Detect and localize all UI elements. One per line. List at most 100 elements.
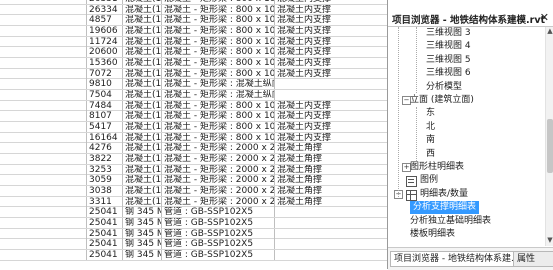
table-row[interactable]: 26334混凝土(1)混凝土 - 矩形梁 : 800 x 1000mm混凝土内支… (0, 4, 387, 16)
table-cell-c0[interactable] (0, 218, 87, 229)
table-row[interactable]: 25041钢 345 MPa管道 : GB-SSP102X5 (0, 218, 387, 229)
table-cell-c0[interactable] (0, 90, 87, 101)
table-cell-c2[interactable]: 混凝土(1) (124, 164, 162, 175)
table-cell-c0[interactable] (0, 79, 87, 90)
table-cell-c0[interactable] (0, 154, 87, 165)
table-cell-c0[interactable] (0, 68, 87, 79)
table-cell-c1[interactable]: 9810 (87, 79, 123, 90)
table-cell-c4[interactable]: 混凝土内支撑 (276, 101, 387, 111)
table-cell-c2[interactable]: 混凝土(1) (124, 122, 162, 133)
table-cell-c3[interactable]: 管道 : GB-SSP102X5 (163, 228, 275, 239)
table-cell-c0[interactable] (0, 164, 87, 175)
table-row[interactable]: 4857混凝土(1)混凝土 - 矩形梁 : 800 x 1000mm混凝土内支撑 (0, 15, 387, 26)
table-cell-c1[interactable]: 26334 (87, 4, 123, 15)
table-cell-c2[interactable]: 混凝土(1) (124, 0, 162, 4)
table-row[interactable]: 7072混凝土(1)混凝土 - 矩形梁 : 800 x 1000mm混凝土内支撑 (0, 68, 387, 80)
table-cell-c3[interactable]: 混凝土 - 矩形梁 : 800 x 1000mm (163, 58, 275, 69)
table-cell-c3[interactable]: 管道 : GB-SSP102X5 (163, 250, 275, 261)
tab-project-browser[interactable]: 项目浏览器 - 地铁结构体系建... (390, 251, 516, 267)
table-cell-c4[interactable]: 混凝土角撑 (276, 154, 387, 164)
table-cell-c0[interactable] (0, 15, 87, 26)
table-cell-c2[interactable]: 混凝土(1) (124, 58, 162, 69)
table-cell-c2[interactable]: 钢 345 MPa (124, 207, 162, 218)
table-cell-c2[interactable]: 钢 345 MPa (124, 239, 162, 250)
table-cell-c4[interactable]: 混凝土内支撑 (276, 111, 387, 121)
table-cell-c3[interactable]: 混凝土 - 矩形梁 : 800 x 1000mm (163, 100, 275, 111)
table-cell-c0[interactable] (0, 196, 87, 207)
table-cell-c4[interactable]: 混凝土内支撑 (276, 69, 387, 79)
table-cell-c0[interactable] (0, 250, 87, 261)
table-cell-c1[interactable]: 5417 (87, 122, 123, 133)
table-cell-c3[interactable]: 混凝土 - 矩形梁 : 2000 x 2000mm (163, 186, 275, 197)
table-cell-c0[interactable] (0, 4, 87, 15)
table-cell-c4[interactable]: 混凝土内支撑 (276, 58, 387, 68)
table-row[interactable]: 3822混凝土(1)混凝土 - 矩形梁 : 2000 x 2000mm混凝土角撑 (0, 154, 387, 165)
table-cell-c0[interactable] (0, 58, 87, 69)
table-cell-c3[interactable]: 混凝土 - 矩形梁 : 混凝土纵向联系梁600*1000 (163, 79, 275, 90)
table-cell-c2[interactable]: 混凝土(1) (124, 4, 162, 15)
table-cell-c3[interactable]: 混凝土 - 矩形梁 : 800 x 1000mm (163, 47, 275, 58)
table-cell-c0[interactable] (0, 186, 87, 197)
table-cell-c1[interactable]: 3059 (87, 175, 123, 186)
table-cell-c2[interactable]: 混凝土(1) (124, 196, 162, 207)
table-cell-c3[interactable]: 混凝土 - 矩形梁 : 800 x 1000mm (163, 26, 275, 36)
table-row[interactable]: 25041钢 345 MPa管道 : GB-SSP102X5 (0, 228, 387, 240)
table-cell-c4[interactable]: 混凝土角撑 (276, 143, 387, 153)
table-cell-c1[interactable]: 26331 (87, 0, 123, 4)
table-cell-c2[interactable]: 混凝土(1) (124, 90, 162, 101)
tree-item[interactable]: 立面 (建筑立面) (410, 94, 474, 107)
table-cell-c0[interactable] (0, 0, 87, 4)
table-cell-c4[interactable]: 混凝土内支撑 (276, 26, 387, 36)
table-cell-c4[interactable]: 混凝土内支撑 (276, 122, 387, 132)
table-cell-c2[interactable]: 混凝土(1) (124, 154, 162, 165)
table-cell-c2[interactable]: 混凝土(1) (124, 47, 162, 58)
table-cell-c3[interactable]: 混凝土 - 矩形梁 : 800 x 1000mm (163, 0, 275, 4)
table-row[interactable]: 3311混凝土(1)混凝土 - 矩形梁 : 2000 x 2000mm混凝土角撑 (0, 196, 387, 208)
table-cell-c0[interactable] (0, 100, 87, 111)
table-cell-c3[interactable]: 管道 : GB-SSP102X5 (163, 207, 275, 218)
table-cell-c0[interactable] (0, 207, 87, 218)
table-cell-c1[interactable]: 7072 (87, 68, 123, 79)
table-cell-c4[interactable]: 混凝土角撑 (276, 175, 387, 185)
tree-item[interactable]: 东 (426, 107, 435, 120)
vertical-scrollbar[interactable]: ▲ ▼ (545, 27, 553, 246)
table-cell-c3[interactable]: 混凝土 - 矩形梁 : 2000 x 2000mm (163, 164, 275, 175)
table-cell-c2[interactable]: 混凝土(1) (124, 15, 162, 26)
table-cell-c0[interactable] (0, 239, 87, 250)
table-cell-c2[interactable]: 混凝土(1) (124, 36, 162, 47)
table-row[interactable]: 25041钢 345 MPa管道 : GB-SSP102X5 (0, 239, 387, 251)
table-cell-c1[interactable]: 25041 (87, 250, 123, 261)
table-cell-c3[interactable]: 混凝土 - 矩形梁 : 800 x 1000mm (163, 68, 275, 79)
table-cell-c3[interactable]: 混凝土 - 矩形梁 : 2000 x 2000mm (163, 175, 275, 186)
table-cell-c3[interactable]: 混凝土 - 矩形梁 : 800 x 1000mm (163, 15, 275, 26)
table-cell-c1[interactable]: 20600 (87, 47, 123, 58)
table-cell-c1[interactable]: 19606 (87, 26, 123, 36)
table-row[interactable]: 5417混凝土(1)混凝土 - 矩形梁 : 800 x 1000mm混凝土内支撑 (0, 122, 387, 133)
table-cell-c2[interactable]: 钢 345 MPa (124, 218, 162, 229)
table-cell-c4[interactable]: 混凝土角撑 (276, 197, 387, 207)
table-row[interactable]: 3038混凝土(1)混凝土 - 矩形梁 : 2000 x 2000mm混凝土角撑 (0, 186, 387, 197)
table-cell-c3[interactable]: 混凝土 - 矩形梁 : 800 x 1000mm (163, 36, 275, 47)
table-cell-c4[interactable]: 混凝土内支撑 (276, 47, 387, 57)
table-row[interactable]: 16164混凝土(1)混凝土 - 矩形梁 : 800 x 1000mm混凝土内支… (0, 132, 387, 144)
table-cell-c3[interactable]: 混凝土 - 矩形梁 : 800 x 1000mm (163, 122, 275, 133)
table-cell-c1[interactable]: 25041 (87, 239, 123, 250)
table-cell-c2[interactable]: 混凝土(1) (124, 111, 162, 122)
table-cell-c1[interactable]: 3822 (87, 154, 123, 165)
table-row[interactable]: 20600混凝土(1)混凝土 - 矩形梁 : 800 x 1000mm混凝土内支… (0, 47, 387, 58)
table-row[interactable]: 3253混凝土(1)混凝土 - 矩形梁 : 2000 x 2000mm混凝土角撑 (0, 164, 387, 176)
tree-item[interactable]: 分析独立基础明细表 (410, 215, 491, 228)
table-row[interactable]: 19606混凝土(1)混凝土 - 矩形梁 : 800 x 1000mm混凝土内支… (0, 26, 387, 37)
table-cell-c4[interactable]: 混凝土内支撑 (276, 37, 387, 47)
table-cell-c1[interactable]: 7484 (87, 100, 123, 111)
table-cell-c1[interactable]: 15360 (87, 58, 123, 69)
tree-item[interactable]: 西 (426, 148, 435, 161)
scroll-down-arrow-icon[interactable]: ▼ (546, 236, 553, 246)
table-cell-c2[interactable]: 混凝土(1) (124, 186, 162, 197)
table-row[interactable]: 11724混凝土(1)混凝土 - 矩形梁 : 800 x 1000mm混凝土内支… (0, 36, 387, 48)
table-cell-c3[interactable]: 混凝土 - 矩形梁 : 800 x 1000mm (163, 4, 275, 15)
table-cell-c3[interactable]: 混凝土 - 矩形梁 : 2000 x 2000mm (163, 154, 275, 165)
table-cell-c1[interactable]: 8107 (87, 111, 123, 122)
table-cell-c0[interactable] (0, 132, 87, 143)
table-row[interactable]: 3059混凝土(1)混凝土 - 矩形梁 : 2000 x 2000mm混凝土角撑 (0, 175, 387, 187)
